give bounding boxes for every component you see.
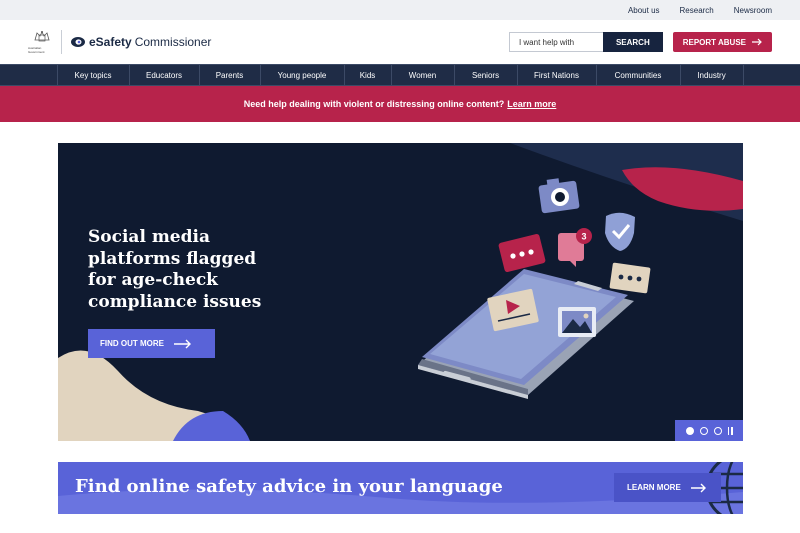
camera-icon: [538, 178, 580, 214]
slide-dot-2[interactable]: [699, 426, 708, 435]
brand-wordmark: eSafety Commissioner: [70, 35, 211, 49]
newsroom-link[interactable]: Newsroom: [734, 6, 772, 15]
arrow-right-icon: [690, 483, 706, 492]
find-out-more-label: FIND OUT MORE: [100, 339, 164, 348]
slide-dot-1[interactable]: [685, 426, 694, 435]
crest-label: Australian Government: [28, 46, 45, 54]
arrow-right-icon: [752, 38, 762, 46]
report-abuse-button[interactable]: REPORT ABUSE: [672, 32, 772, 52]
alert-text: Need help dealing with violent or distre…: [243, 99, 505, 109]
arrow-right-icon: [174, 339, 191, 348]
find-out-more-button[interactable]: FIND OUT MORE: [88, 329, 215, 358]
nav-item-women[interactable]: Women: [390, 65, 454, 85]
report-abuse-label: REPORT ABUSE: [682, 37, 746, 47]
hero-title: Social media platforms flagged for age-c…: [88, 227, 262, 312]
image-card-icon: [558, 307, 596, 337]
pause-icon[interactable]: [727, 426, 733, 435]
nav-item-seniors[interactable]: Seniors: [453, 65, 517, 85]
crest-icon: [33, 31, 50, 42]
site-logo[interactable]: Australian Government eSafety Commissione…: [28, 30, 211, 54]
learn-more-label: LEARN MORE: [627, 483, 681, 492]
slide-dot-3[interactable]: [713, 426, 722, 435]
search-button[interactable]: SEARCH: [602, 32, 663, 52]
language-banner-title: Find online safety advice in your langua…: [75, 476, 503, 497]
notification-icon: 3: [558, 228, 592, 267]
nav-item-industry[interactable]: Industry: [679, 65, 744, 85]
nav-item-communities[interactable]: Communities: [595, 65, 680, 85]
search-form: SEARCH: [508, 32, 663, 52]
brand-esafety: eSafety: [89, 35, 132, 49]
alert-banner: Need help dealing with violent or distre…: [0, 86, 800, 122]
nav-item-key-topics[interactable]: Key topics: [56, 65, 129, 85]
message-bubble-icon: [498, 234, 546, 272]
learn-more-button[interactable]: LEARN MORE: [614, 473, 721, 502]
carousel-controls: [675, 420, 743, 441]
nav-item-kids[interactable]: Kids: [343, 65, 391, 85]
nav-item-first-nations[interactable]: First Nations: [516, 65, 596, 85]
search-input[interactable]: [508, 32, 603, 52]
site-header: Australian Government eSafety Commissione…: [0, 20, 800, 64]
chat-bubble-icon: [609, 262, 651, 294]
esafety-logo-icon: [71, 37, 85, 47]
about-us-link[interactable]: About us: [628, 6, 660, 15]
utility-bar: About us Research Newsroom: [0, 0, 800, 20]
brand-commissioner: Commissioner: [134, 35, 212, 49]
government-crest: Australian Government: [28, 30, 62, 54]
hero-carousel: 3 Social media platforms flagged for age…: [58, 143, 743, 441]
language-banner: Find online safety advice in your langua…: [58, 462, 743, 514]
nav-item-parents[interactable]: Parents: [198, 65, 260, 85]
nav-item-young-people[interactable]: Young people: [259, 65, 344, 85]
nav-item-educators[interactable]: Educators: [128, 65, 199, 85]
main-nav: Key topics Educators Parents Young peopl…: [0, 64, 800, 86]
learn-more-link[interactable]: Learn more: [507, 99, 556, 109]
shield-check-icon: [605, 212, 635, 251]
research-link[interactable]: Research: [680, 6, 714, 15]
notification-count: 3: [581, 232, 586, 242]
